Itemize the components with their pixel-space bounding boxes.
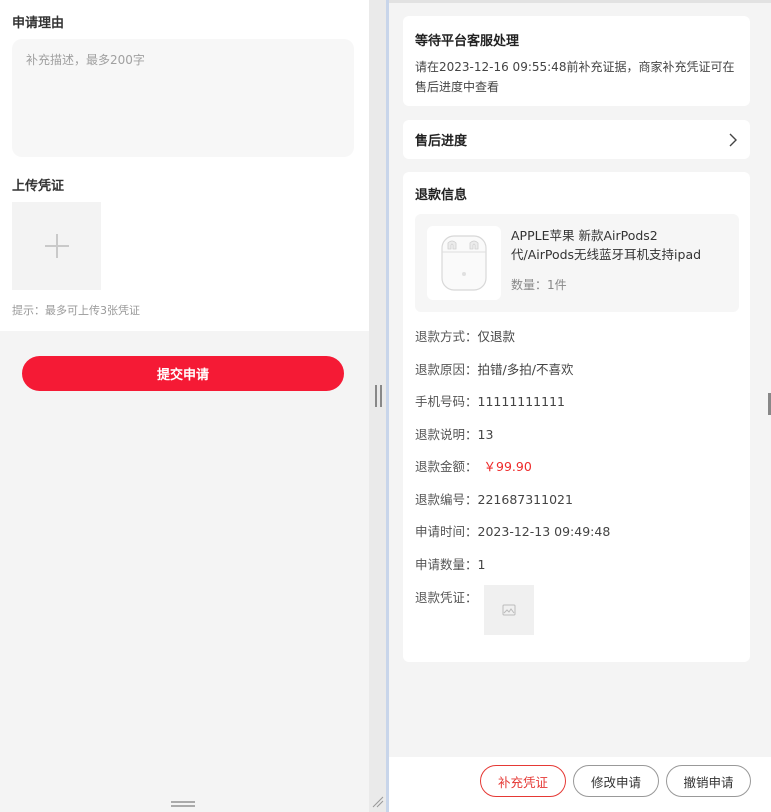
refund-amount-value: ￥99.90 [483, 459, 532, 474]
left-pane: 申请理由 上传凭证 提示：最多可上传3张凭证 提交申请 [0, 0, 369, 807]
row-label: 退款说明： [415, 427, 478, 442]
status-title: 等待平台客服处理 [415, 34, 520, 49]
product-item[interactable]: APPLE苹果 新款AirPods2 代/AirPods无线蓝牙耳机支持ipad… [415, 214, 739, 312]
splitter-handle-icon[interactable] [375, 385, 382, 407]
plus-icon [44, 234, 69, 258]
phone-row: 手机号码：11111111111 [415, 391, 565, 410]
refund-voucher-row: 退款凭证： [415, 587, 478, 606]
product-name-line1: APPLE苹果 新款AirPods2 [511, 228, 658, 243]
vertical-resize-grip[interactable] [171, 801, 195, 807]
airpods-image [441, 235, 487, 291]
voucher-thumbnail[interactable] [484, 585, 534, 635]
reason-title: 申请理由 [12, 16, 65, 31]
supplement-voucher-button[interactable]: 补充凭证 [480, 765, 566, 797]
chevron-right-icon [729, 133, 737, 146]
reason-input[interactable] [12, 39, 354, 157]
refund-number-row: 退款编号：221687311021 [415, 489, 573, 508]
row-label: 退款编号： [415, 492, 478, 507]
product-name-line2: 代/AirPods无线蓝牙耳机支持ipad [511, 247, 702, 262]
product-name: APPLE苹果 新款AirPods2 代/AirPods无线蓝牙耳机支持ipad [511, 226, 729, 264]
apply-quantity-row: 申请数量：1 [415, 554, 485, 573]
modify-application-button[interactable]: 修改申请 [573, 765, 659, 797]
row-value: 拍错/多拍/不喜欢 [477, 362, 574, 377]
refund-info-card: 退款信息 APPLE苹果 新款AirPods2 代/AirPods无线蓝牙耳机支… [403, 172, 750, 662]
row-value: 2023-12-13 09:49:48 [477, 524, 611, 539]
refund-info-title: 退款信息 [415, 188, 468, 203]
product-quantity: 数量：1件 [511, 278, 567, 292]
row-label: 手机号码： [415, 394, 478, 409]
status-card: 等待平台客服处理 请在2023-12-16 09:55:48前补充证据，商家补充… [403, 16, 750, 106]
refund-method-row: 退款方式：仅退款 [415, 326, 515, 345]
row-value: 13 [477, 427, 494, 442]
submit-button[interactable]: 提交申请 [22, 356, 344, 391]
row-label: 退款金额： [415, 459, 478, 474]
row-label: 申请数量： [415, 557, 478, 572]
upload-hint: 提示：最多可上传3张凭证 [12, 304, 140, 317]
refund-note-row: 退款说明：13 [415, 424, 493, 443]
apply-form-card: 申请理由 上传凭证 提示：最多可上传3张凭证 [0, 0, 369, 331]
bottom-action-bar: 补充凭证 修改申请 撤销申请 [389, 757, 771, 812]
row-label: 退款原因： [415, 362, 478, 377]
after-sale-progress-link[interactable]: 售后进度 [403, 120, 750, 159]
upload-title: 上传凭证 [12, 179, 65, 194]
broken-image-icon [502, 604, 516, 616]
resize-corner-icon[interactable] [372, 796, 384, 808]
row-label: 退款方式： [415, 329, 478, 344]
right-pane: 等待平台客服处理 请在2023-12-16 09:55:48前补充证据，商家补充… [389, 0, 771, 812]
refund-reason-row: 退款原因：拍错/多拍/不喜欢 [415, 359, 573, 378]
row-label: 退款凭证： [415, 590, 478, 605]
apply-time-row: 申请时间：2023-12-13 09:49:48 [415, 521, 610, 540]
refund-amount-row: 退款金额： ￥99.90 [415, 456, 532, 475]
cancel-application-button[interactable]: 撤销申请 [666, 765, 751, 797]
product-image [427, 226, 501, 300]
top-divider [389, 0, 771, 3]
row-value: 1 [477, 557, 486, 572]
row-value: 221687311021 [477, 492, 573, 507]
upload-button[interactable] [12, 202, 101, 290]
row-label: 申请时间： [415, 524, 478, 539]
status-description: 请在2023-12-16 09:55:48前补充证据，商家补充凭证可在售后进度中… [415, 60, 735, 94]
row-value: 仅退款 [477, 329, 516, 344]
progress-label: 售后进度 [415, 134, 468, 149]
row-value: 11111111111 [477, 394, 565, 409]
